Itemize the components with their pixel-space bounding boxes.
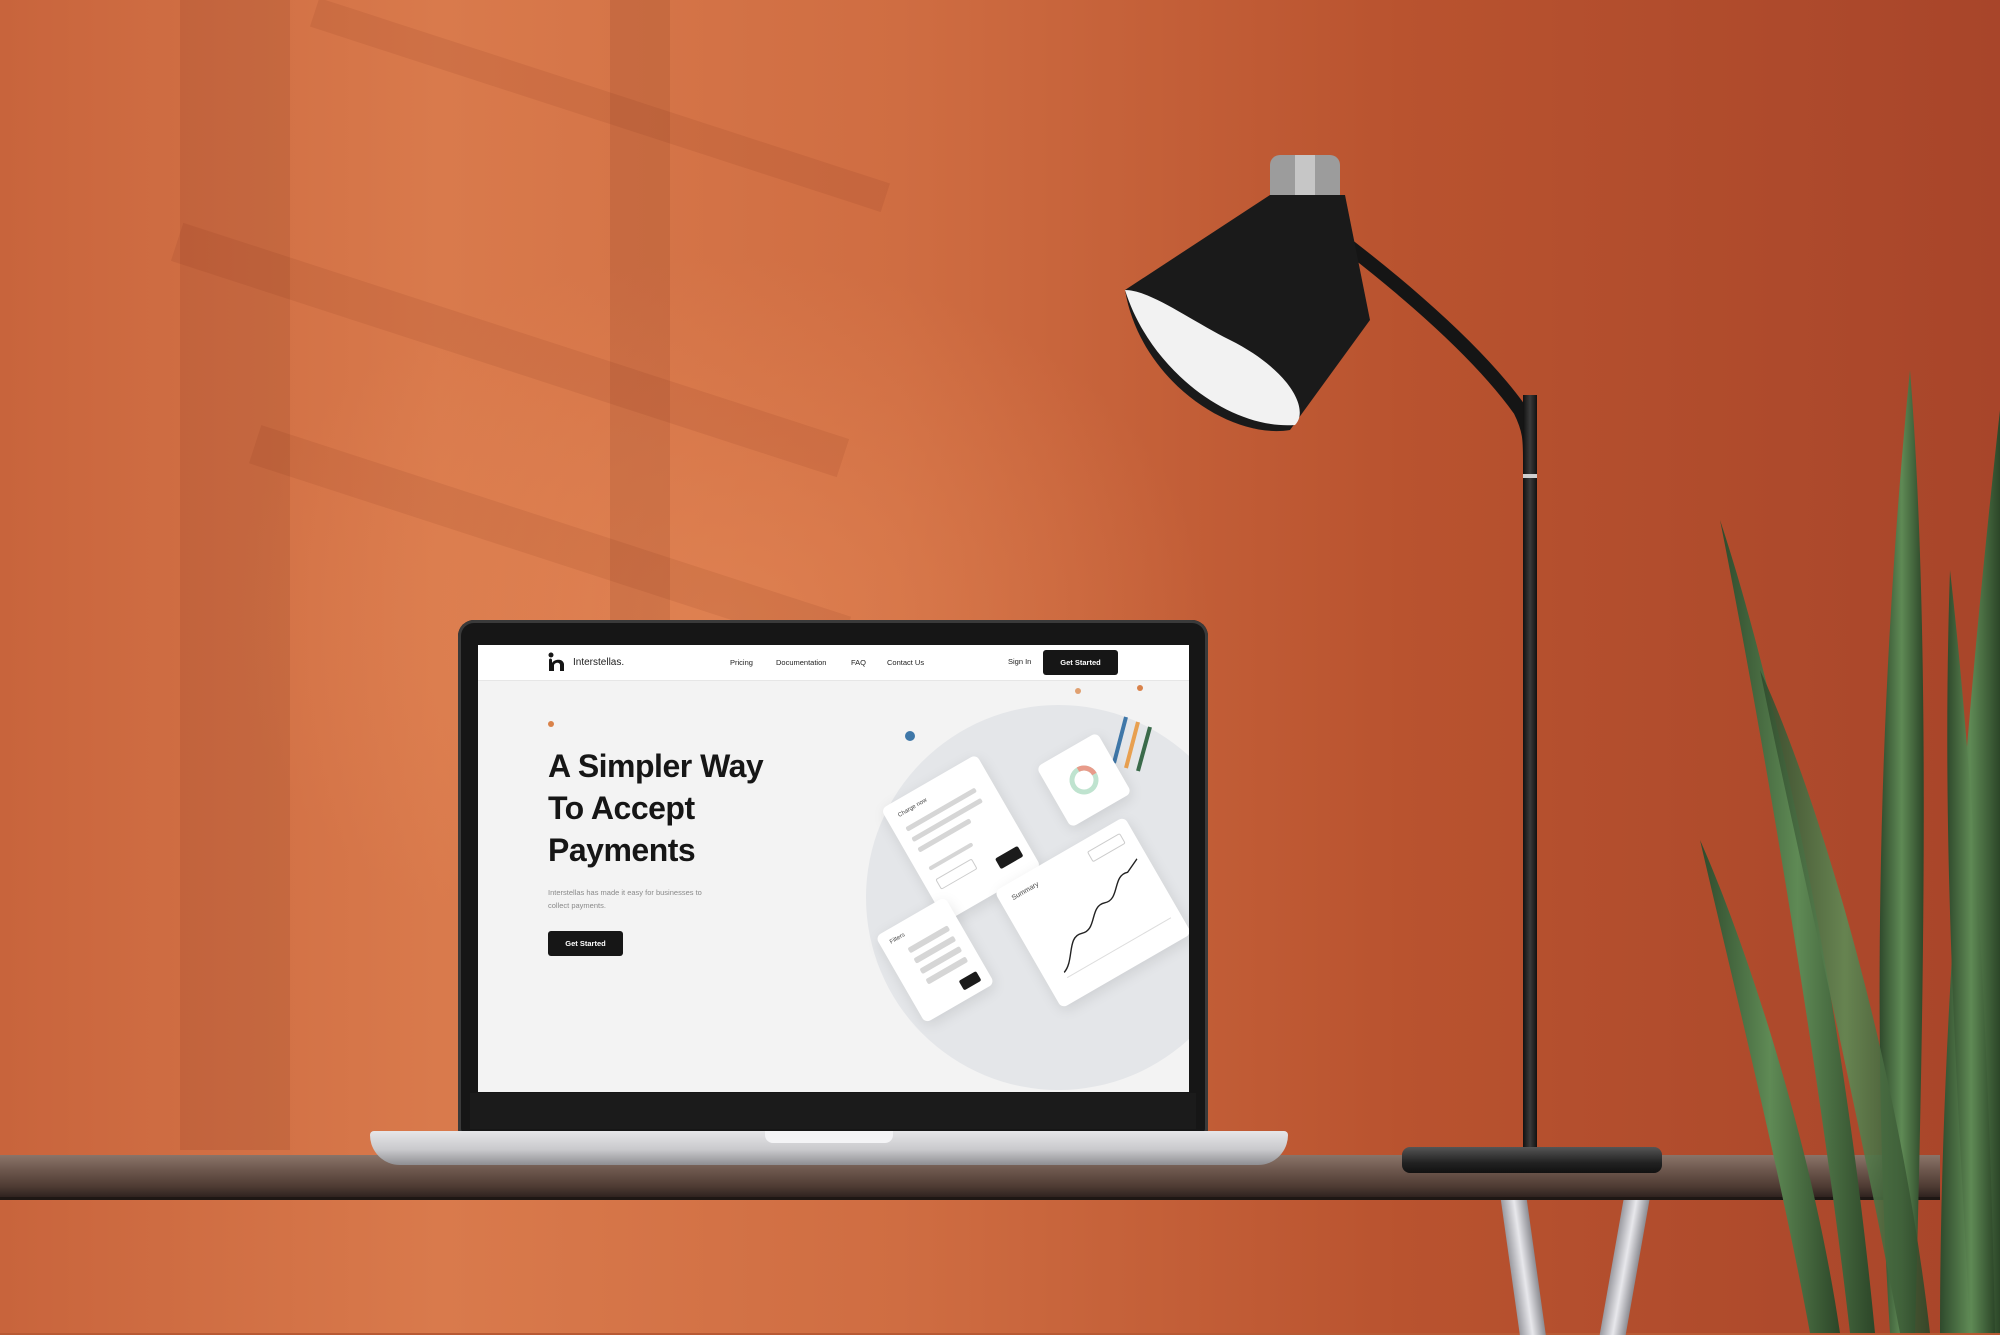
lamp-base [1402,1147,1662,1173]
decorative-dot [1137,685,1143,691]
lamp-ring [1523,474,1537,478]
window-shadow [180,0,290,1150]
hero-title-line: Payments [548,832,696,868]
filters-card-button [958,970,982,991]
donut-chart-icon [1069,765,1099,795]
hero-title-line: To Accept [548,790,695,826]
hero-title: A Simpler Way To Accept Payments [548,745,808,871]
logo-icon [548,652,564,671]
hero-subtitle: Interstellas has made it easy for busine… [548,888,702,910]
laptop-screen: Interstellas. Pricing Documentation FAQ … [478,645,1189,1092]
laptop-bezel-bottom [470,1093,1196,1129]
brand-name[interactable]: Interstellas. [573,657,624,668]
decorative-dot [905,731,915,741]
navbar: Interstellas. Pricing Documentation FAQ … [478,645,1189,681]
decorative-dot [1075,688,1081,694]
lamp-pole [1523,395,1537,1155]
hero-get-started-button[interactable]: Get Started [548,931,623,956]
charge-card-button [994,845,1024,870]
sign-in-link[interactable]: Sign In [1008,657,1031,666]
nav-link-documentation[interactable]: Documentation [776,658,826,667]
nav-get-started-button[interactable]: Get Started [1043,650,1118,675]
filters-card-title: Filters [889,932,907,946]
nav-link-pricing[interactable]: Pricing [730,658,753,667]
plant-icon [1700,370,2000,1333]
summary-card-title: Summary [1010,880,1041,902]
nav-link-faq[interactable]: FAQ [851,658,866,667]
nav-link-contact[interactable]: Contact Us [887,658,924,667]
laptop-notch [765,1131,893,1143]
decorative-dot [548,721,554,727]
hero-title-line: A Simpler Way [548,748,764,784]
